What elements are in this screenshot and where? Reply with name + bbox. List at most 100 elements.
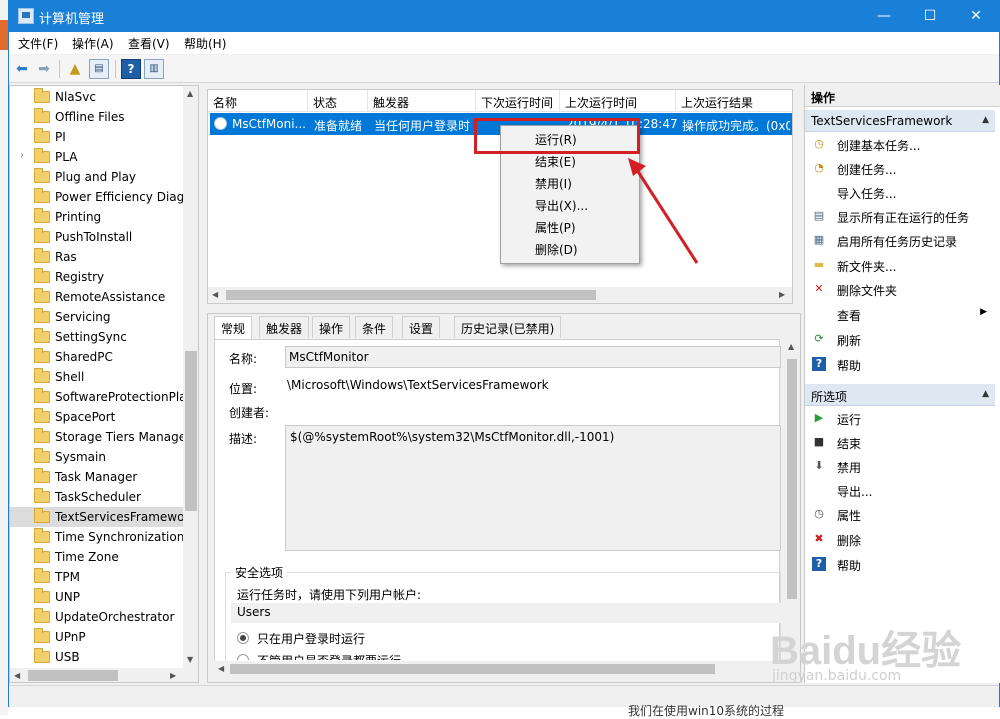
help-icon[interactable]: ? [121, 59, 141, 79]
scroll-thumb[interactable] [787, 359, 797, 599]
tree-item[interactable]: Servicing [10, 307, 185, 327]
context-menu-export[interactable]: 导出(X)... [535, 197, 588, 214]
context-menu-end[interactable]: 结束(E) [535, 153, 576, 170]
context-menu-properties[interactable]: 属性(P) [535, 219, 576, 236]
show-hide-action-pane-icon[interactable]: ▥ [144, 59, 164, 79]
tree-item[interactable]: Offline Files [10, 107, 185, 127]
scroll-thumb[interactable] [226, 290, 596, 300]
tree-item[interactable]: Plug and Play [10, 167, 185, 187]
collapse-icon[interactable]: ▲ [982, 115, 989, 125]
action-item[interactable]: ▤ 显示所有正在运行的任务 [805, 205, 995, 227]
action-item[interactable]: ▶ 运行 [805, 407, 995, 429]
description-field[interactable]: $(@%systemRoot%\system32\MsCtfMonitor.dl… [285, 425, 781, 551]
action-item[interactable]: ◷ 创建基本任务... [805, 133, 995, 155]
tree-item[interactable]: SettingSync [10, 327, 185, 347]
tree-item[interactable]: › PLA [10, 147, 185, 167]
tree-item[interactable]: SharedPC [10, 347, 185, 367]
scroll-thumb[interactable] [230, 664, 715, 674]
action-item[interactable]: ✕ 删除文件夹 [805, 278, 995, 300]
actions-section-selected[interactable]: 所选项 ▲ [805, 384, 995, 406]
tree-item[interactable]: Storage Tiers Manage [10, 427, 185, 447]
tree-vertical-scrollbar[interactable]: ▲ ▼ [183, 86, 198, 668]
menu-help[interactable]: 帮助(H) [184, 35, 226, 52]
tab-conditions[interactable]: 条件 [355, 316, 394, 338]
action-item[interactable]: ? 帮助 [805, 353, 995, 375]
action-item[interactable]: ◷ 属性 [805, 503, 995, 525]
scroll-left-icon[interactable]: ◀ [14, 671, 20, 680]
tree-item[interactable]: Power Efficiency Diag [10, 187, 185, 207]
tree-item[interactable]: UPnP [10, 627, 185, 647]
show-hide-console-tree-icon[interactable]: ▤ [89, 59, 109, 79]
tree-item[interactable]: PushToInstall [10, 227, 185, 247]
tree-item[interactable]: PI [10, 127, 185, 147]
menu-action[interactable]: 操作(A) [72, 35, 114, 52]
scroll-up-icon[interactable]: ▲ [788, 342, 794, 351]
tree-item[interactable]: Task Manager [10, 467, 185, 487]
tab-triggers[interactable]: 触发器 [259, 316, 310, 338]
radio-run-whether-logged-on[interactable] [237, 654, 249, 660]
tab-history[interactable]: 历史记录(已禁用) [454, 316, 562, 338]
column-name[interactable]: 名称 [208, 90, 308, 112]
maximize-button[interactable]: ☐ [907, 1, 953, 32]
tab-actions[interactable]: 操作 [312, 316, 351, 338]
action-item[interactable]: 导出... [805, 479, 995, 501]
collapse-icon[interactable]: ▲ [982, 389, 989, 399]
menu-view[interactable]: 查看(V) [128, 35, 170, 52]
console-tree[interactable]: NlaSvc Offline Files PI › PLA Plug and Play Po… [9, 85, 199, 683]
column-last-run[interactable]: 上次运行时间 [560, 90, 676, 112]
scroll-left-icon[interactable]: ◀ [212, 290, 218, 299]
back-arrow-icon[interactable]: ⬅ [12, 59, 32, 79]
tree-item[interactable]: NlaSvc [10, 87, 185, 107]
scroll-thumb[interactable] [185, 351, 197, 511]
scroll-right-icon[interactable]: ▶ [170, 671, 176, 680]
context-menu-delete[interactable]: 删除(D) [535, 241, 578, 258]
tree-item[interactable]: UNP [10, 587, 185, 607]
action-item[interactable]: ⬇ 禁用 [805, 455, 995, 477]
context-menu-disable[interactable]: 禁用(I) [535, 175, 572, 192]
minimize-button[interactable]: — [861, 1, 907, 32]
run-as-user-field[interactable]: Users [231, 603, 781, 623]
tree-item[interactable]: UpdateOrchestrator [10, 607, 185, 627]
tree-item[interactable]: TextServicesFramewo [10, 507, 185, 527]
action-item[interactable]: ■ 结束 [805, 431, 995, 453]
action-item[interactable]: 查看 ▶ [805, 303, 995, 325]
tree-item[interactable]: Time Zone [10, 547, 185, 567]
tree-item[interactable]: Registry [10, 267, 185, 287]
column-status[interactable]: 状态 [308, 90, 368, 112]
action-item[interactable]: ? 帮助 [805, 553, 995, 575]
tree-item[interactable]: Printing [10, 207, 185, 227]
tree-item[interactable]: SoftwareProtectionPla [10, 387, 185, 407]
details-horizontal-scrollbar[interactable]: ◀ [214, 661, 784, 677]
radio-run-when-logged-on[interactable] [237, 632, 249, 644]
close-button[interactable]: ✕ [953, 1, 999, 32]
tree-item[interactable]: Shell [10, 367, 185, 387]
tree-item[interactable]: TPM [10, 567, 185, 587]
scroll-left-icon[interactable]: ◀ [218, 664, 224, 673]
menu-file[interactable]: 文件(F) [18, 35, 58, 52]
column-last-result[interactable]: 上次运行结果 [676, 90, 792, 112]
tab-general[interactable]: 常规 [214, 316, 253, 339]
details-vertical-scrollbar[interactable]: ▲ [784, 339, 800, 669]
action-item[interactable]: ⟳ 刷新 [805, 328, 995, 350]
tree-item[interactable]: TaskScheduler [10, 487, 185, 507]
action-item[interactable]: 导入任务... [805, 181, 995, 203]
tree-item[interactable]: SpacePort [10, 407, 185, 427]
column-next-run[interactable]: 下次运行时间 [476, 90, 560, 112]
scroll-thumb[interactable] [28, 670, 118, 681]
scroll-down-icon[interactable]: ▼ [187, 655, 193, 664]
name-field[interactable]: MsCtfMonitor [285, 346, 781, 368]
expand-chevron-icon[interactable]: › [20, 150, 24, 161]
tree-item[interactable]: Sysmain [10, 447, 185, 467]
forward-arrow-icon[interactable]: ➡ [34, 59, 54, 79]
actions-section-folder[interactable]: TextServicesFramework ▲ [805, 110, 995, 132]
action-item[interactable]: ▬ 新文件夹... [805, 254, 995, 276]
tree-item[interactable]: USB [10, 647, 185, 667]
tree-horizontal-scrollbar[interactable]: ◀ ▶ [10, 668, 198, 682]
tab-settings[interactable]: 设置 [402, 316, 441, 338]
tree-item[interactable]: RemoteAssistance [10, 287, 185, 307]
task-list-horizontal-scrollbar[interactable]: ◀ ▶ [208, 287, 792, 303]
action-item[interactable]: ✖ 删除 [805, 528, 995, 550]
column-trigger[interactable]: 触发器 [368, 90, 476, 112]
tree-item[interactable]: Ras [10, 247, 185, 267]
up-folder-icon[interactable]: ▲ [65, 59, 85, 79]
